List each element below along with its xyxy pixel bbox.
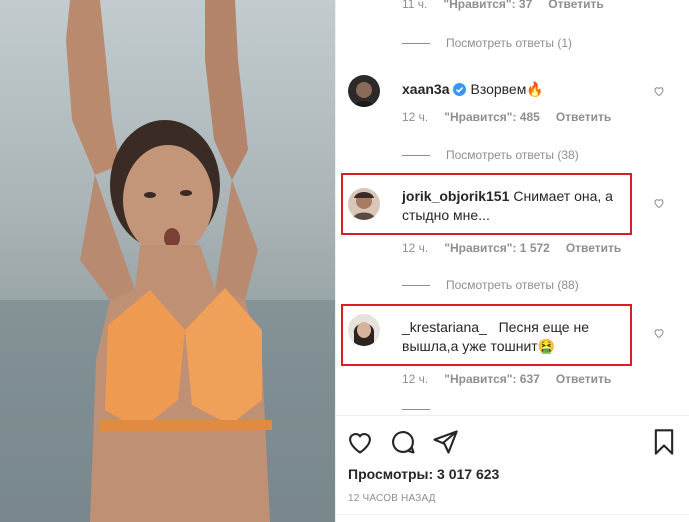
comment-time: 12 ч. (402, 110, 429, 124)
views-count[interactable]: Просмотры: 3 017 623 (348, 466, 499, 482)
view-replies-label: Посмотреть ответы (38) (446, 148, 579, 162)
avatar[interactable] (348, 314, 380, 346)
comment-like-icon[interactable] (653, 327, 665, 339)
view-replies-label: Посмотреть ответы (1) (446, 36, 573, 50)
reply-link[interactable]: Ответить (556, 110, 611, 124)
video-frame (0, 0, 335, 522)
comment-meta: 12 ч. "Нравится": 485 Ответить (402, 110, 611, 124)
comment-like-icon[interactable] (653, 197, 665, 209)
replies-dash (402, 154, 430, 156)
comment-time: 12 ч. (402, 241, 429, 255)
heart-outline-icon[interactable] (346, 428, 374, 456)
view-replies-button[interactable]: Посмотреть ответы (38) (402, 148, 579, 162)
comment-time: 12 ч. (402, 372, 429, 386)
comments-panel: 11 ч. "Нравится": 37 Ответить Посмотреть… (335, 0, 689, 522)
comment-likes[interactable]: "Нравится": 637 (444, 372, 540, 386)
comment-body: _krestariana_ Песня еще не вышла,а уже т… (402, 318, 589, 356)
comment-likes[interactable]: "Нравится": 1 572 (444, 241, 550, 255)
comment-like-icon[interactable] (653, 85, 665, 97)
replies-dash (402, 408, 430, 410)
comment-text: Снимает она, а (513, 188, 613, 204)
avatar[interactable] (348, 188, 380, 220)
replies-dash (402, 284, 430, 286)
comment-body: jorik_objorik151 Снимает она, а стыдно мн… (402, 187, 613, 225)
comment-text-line2: стыдно мне... (402, 207, 490, 223)
comment-username[interactable]: jorik_objorik151 (402, 188, 509, 204)
view-replies-button[interactable]: Посмотреть ответы (1) (402, 36, 572, 50)
bookmark-icon[interactable] (650, 428, 678, 456)
avatar[interactable] (348, 75, 380, 107)
comment-meta: 11 ч. "Нравится": 37 Ответить (402, 0, 604, 11)
comment-username[interactable]: xaan3a (402, 81, 449, 97)
video-player[interactable] (0, 0, 335, 522)
action-bar (336, 428, 689, 458)
comment-text-line2: вышла,а уже тошнит🤮 (402, 338, 556, 354)
comment-username[interactable]: _krestariana_ (402, 319, 487, 335)
comment-likes[interactable]: "Нравится": 37 (443, 0, 532, 11)
view-replies-button-partial[interactable] (402, 406, 446, 412)
comment-body: xaan3a Взорвем🔥 (402, 80, 544, 101)
reply-link[interactable]: Ответить (566, 241, 621, 255)
avatar-image (348, 314, 380, 346)
divider (336, 415, 689, 416)
reply-link[interactable]: Ответить (548, 0, 603, 11)
verified-badge-icon (453, 82, 467, 101)
avatar-image (348, 188, 380, 220)
divider (336, 514, 689, 515)
view-replies-label: Посмотреть ответы (88) (446, 278, 579, 292)
comment-bubble-icon[interactable] (389, 428, 417, 456)
post-timestamp[interactable]: 12 ЧАСОВ НАЗАД (348, 493, 436, 504)
comment-time: 11 ч. (402, 0, 428, 11)
replies-dash (402, 42, 430, 44)
comment-text: Песня еще не (498, 319, 590, 335)
comment-meta: 12 ч. "Нравится": 637 Ответить (402, 372, 611, 386)
comment-text: Взорвем🔥 (470, 81, 544, 97)
reply-link[interactable]: Ответить (556, 372, 611, 386)
comment-likes[interactable]: "Нравится": 485 (444, 110, 540, 124)
view-replies-button[interactable]: Посмотреть ответы (88) (402, 278, 579, 292)
paper-plane-icon[interactable] (431, 428, 459, 456)
avatar-image (348, 75, 380, 107)
comment-meta: 12 ч. "Нравится": 1 572 Ответить (402, 241, 621, 255)
